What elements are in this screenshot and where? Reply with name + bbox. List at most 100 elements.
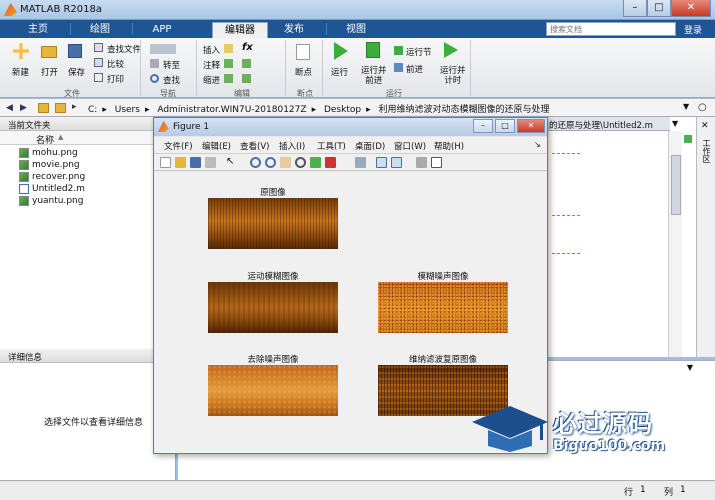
save-button[interactable]: 保存 xyxy=(68,66,85,78)
file-list-item[interactable]: yuantu.png xyxy=(19,195,83,207)
fx-button[interactable]: fx xyxy=(242,42,253,53)
edit-plot-icon[interactable]: ↖ xyxy=(226,157,237,168)
ribbon-toolbar: 新建 打开 保存 查找文件 比较 打印 文件 转至 查找 导航 插入 注释 缩进… xyxy=(0,38,715,98)
details-title: 详细信息 xyxy=(0,349,176,363)
file-list-header: 名称 ▲ xyxy=(0,131,176,146)
forward-arrow-icon[interactable]: ▶ xyxy=(20,103,30,113)
insert-button[interactable]: 插入 xyxy=(203,44,220,56)
tab-view[interactable]: 视图 xyxy=(332,22,380,38)
breakpoints-button[interactable]: 断点 xyxy=(295,66,312,78)
back-arrow-icon[interactable]: ◀ xyxy=(6,103,16,113)
file-name: movie.png xyxy=(32,160,80,170)
link-plot-icon[interactable] xyxy=(355,157,366,168)
png-file-icon xyxy=(19,160,29,170)
tab-publish[interactable]: 发布 xyxy=(270,22,318,38)
workspace-side-panel[interactable]: ✕ 工作区 xyxy=(696,117,715,357)
figure-maximize-button[interactable]: □ xyxy=(495,119,515,133)
maximize-button[interactable]: □ xyxy=(647,0,671,17)
tab-home[interactable]: 主页 xyxy=(14,22,62,38)
path-search-icon[interactable]: ○ xyxy=(698,102,707,113)
breadcrumb-desktop[interactable]: Desktop xyxy=(324,105,361,115)
tab-apps[interactable]: APP xyxy=(138,22,186,38)
browse-arrow-icon[interactable]: ▸ xyxy=(72,102,82,113)
file-list-item[interactable]: movie.png xyxy=(19,159,80,171)
comment-button[interactable]: 注释 xyxy=(203,59,220,71)
comment-icon xyxy=(224,59,233,68)
editor-dropdown-icon[interactable]: ▼ xyxy=(672,119,678,128)
goto-button[interactable]: 转至 xyxy=(163,59,180,71)
menu-help[interactable]: 帮助(H) xyxy=(434,140,464,152)
editor-tab-title[interactable]: 的还原与处理\Untitled2.m xyxy=(546,117,670,131)
breadcrumb[interactable]: C: ▸ Users ▸ Administrator.WIN7U-20180127Z… xyxy=(88,102,555,115)
minimize-button[interactable]: – xyxy=(623,0,647,17)
command-window-dropdown-icon[interactable]: ▼ xyxy=(687,363,693,372)
menu-view[interactable]: 查看(V) xyxy=(240,140,269,152)
column-name-header[interactable]: 名称 xyxy=(36,133,54,146)
print-icon xyxy=(94,73,103,82)
file-list-item[interactable]: recover.png xyxy=(19,171,85,183)
file-group-label: 文件 xyxy=(64,89,80,98)
menu-file[interactable]: 文件(F) xyxy=(164,140,193,152)
advance-button[interactable]: 前进 xyxy=(406,63,423,75)
outdent-icon xyxy=(242,74,251,83)
browse-folder-icon[interactable] xyxy=(38,103,49,113)
rotate-3d-icon[interactable] xyxy=(295,157,306,168)
legend-icon[interactable] xyxy=(391,157,402,168)
compare-button[interactable]: 比较 xyxy=(107,58,124,70)
indent-button[interactable]: 缩进 xyxy=(203,74,220,86)
hide-plot-tools-icon[interactable] xyxy=(416,157,427,168)
editor-scrollbar[interactable] xyxy=(668,131,682,357)
save-figure-icon[interactable] xyxy=(190,157,201,168)
open-file-icon[interactable] xyxy=(175,157,186,168)
breadcrumb-user[interactable]: Administrator.WIN7U-20180127Z xyxy=(157,105,306,115)
tab-editor[interactable]: 编辑器 xyxy=(212,22,268,38)
tab-plots[interactable]: 绘图 xyxy=(76,22,124,38)
run-and-advance-button[interactable]: 运行并 前进 xyxy=(361,66,387,86)
show-plot-tools-icon[interactable] xyxy=(431,157,442,168)
run-section-button[interactable]: 运行节 xyxy=(406,46,432,58)
close-button[interactable]: ✕ xyxy=(671,0,711,17)
breadcrumb-project[interactable]: 利用维纳滤波对动态模糊图像的还原与处理 xyxy=(379,105,550,115)
data-cursor-icon[interactable] xyxy=(310,157,321,168)
figure-minimize-button[interactable]: – xyxy=(473,119,493,133)
menu-desktop[interactable]: 桌面(D) xyxy=(355,140,385,152)
menu-window[interactable]: 窗口(W) xyxy=(394,140,426,152)
breadcrumb-drive[interactable]: C: xyxy=(88,105,97,115)
run-icon xyxy=(334,42,348,60)
new-button[interactable]: 新建 xyxy=(12,66,29,78)
row-value: 1 xyxy=(640,485,646,495)
pan-icon[interactable] xyxy=(280,157,291,168)
side-panel-close-icon[interactable]: ✕ xyxy=(701,121,709,131)
menu-insert[interactable]: 插入(I) xyxy=(279,140,305,152)
run-and-time-button[interactable]: 运行并 计时 xyxy=(440,66,466,86)
zoom-out-icon[interactable] xyxy=(265,157,276,168)
address-bar: ◀ ▶ ▸ C: ▸ Users ▸ Administrator.WIN7U-201… xyxy=(0,99,715,117)
up-folder-icon[interactable] xyxy=(55,103,66,113)
uncomment-icon xyxy=(242,59,251,68)
brush-icon[interactable] xyxy=(325,157,336,168)
figure-close-button[interactable]: ✕ xyxy=(517,119,545,133)
file-name: Untitled2.m xyxy=(32,184,85,194)
find-button[interactable]: 查找 xyxy=(163,74,180,86)
new-figure-icon[interactable] xyxy=(160,157,171,168)
open-button[interactable]: 打开 xyxy=(41,66,58,78)
search-documentation-input[interactable] xyxy=(546,22,676,36)
menu-edit[interactable]: 编辑(E) xyxy=(202,140,231,152)
menu-tools[interactable]: 工具(T) xyxy=(317,140,346,152)
file-list-item[interactable]: mohu.png xyxy=(19,147,78,159)
current-folder-title: 当前文件夹 xyxy=(0,117,176,131)
login-link[interactable]: 登录 xyxy=(684,23,702,36)
path-dropdown-icon[interactable]: ▼ xyxy=(683,102,689,111)
figure-title-bar[interactable]: Figure 1 – □ ✕ xyxy=(154,118,547,136)
print-button[interactable]: 打印 xyxy=(107,73,124,85)
scrollbar-thumb[interactable] xyxy=(671,155,681,215)
menu-dock-icon[interactable]: ↘ xyxy=(534,140,541,149)
run-button[interactable]: 运行 xyxy=(331,66,348,78)
breadcrumb-users[interactable]: Users xyxy=(115,105,140,115)
colorbar-icon[interactable] xyxy=(376,157,387,168)
png-file-icon xyxy=(19,148,29,158)
find-files-button[interactable]: 查找文件 xyxy=(107,43,141,55)
print-figure-icon[interactable] xyxy=(205,157,216,168)
file-list-item[interactable]: Untitled2.m xyxy=(19,183,85,195)
zoom-in-icon[interactable] xyxy=(250,157,261,168)
